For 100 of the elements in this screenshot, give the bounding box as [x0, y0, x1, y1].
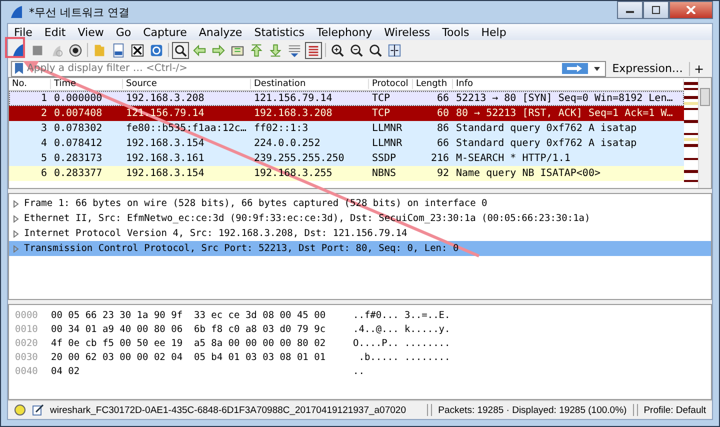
- packet-row[interactable]: 1 0.000000 192.168.3.208 121.156.79.14 TCP 66 52213 → 80 [SYN] Seq=0 Win=8192 Len…: [9, 91, 684, 106]
- detail-tree-item[interactable]: Internet Protocol Version 4, Src: 192.168.3.208, Dst: 121.156.79.14: [9, 226, 711, 241]
- table-cell-text: 192.168.3.154: [125, 168, 206, 179]
- fin-logo-icon: [9, 5, 23, 19]
- table-cell-text: 66: [436, 138, 450, 149]
- start-capture-icon[interactable]: [11, 42, 26, 58]
- column-header[interactable]: Destination: [251, 79, 369, 89]
- zoom-out-icon[interactable]: [349, 42, 364, 58]
- ascii-bytes: ..: [353, 366, 364, 376]
- profile-label[interactable]: Profile: Default: [644, 404, 706, 416]
- table-cell-text: 192.168.3.255: [253, 168, 334, 179]
- expression-button[interactable]: Expression…: [612, 62, 683, 75]
- table-cell-text: 80 → 52213 [RST, ACK] Seq=1 Ack=1 W…: [455, 108, 674, 119]
- table-cell-text: 0.078302: [53, 123, 104, 134]
- column-header[interactable]: Protocol: [369, 79, 413, 89]
- column-header[interactable]: No.: [9, 79, 51, 89]
- table-cell-text: 2: [40, 108, 48, 119]
- menu-item[interactable]: Edit: [38, 26, 72, 38]
- table-cell-text: 0.000000: [53, 93, 104, 104]
- options-gear-icon[interactable]: [68, 42, 83, 58]
- hex-bytes: 00 34 01 a9 40 00 80 06 6b f8 c0 a8 03 d0 79 9c: [51, 324, 327, 334]
- detail-tree-item[interactable]: Ethernet II, Src: EfmNetwo_ec:ce:3d (90:9f:33:ec:ce:3d), Dst: SecuiCom_23:30:1a (00:05:66:23:30:1a): [9, 211, 711, 226]
- column-header[interactable]: Source: [123, 79, 251, 89]
- table-cell-text: 239.255.255.250: [253, 153, 346, 164]
- detail-tree-item[interactable]: Frame 1: 66 bytes on wire (528 bits), 66 bytes captured (528 bits) on interface 0: [9, 196, 711, 211]
- table-cell-text: 1: [40, 93, 48, 104]
- zoom-in-icon[interactable]: [330, 42, 345, 58]
- add-filter-button[interactable]: +: [688, 62, 708, 76]
- ascii-bytes: .b..... ........: [358, 352, 450, 362]
- column-header[interactable]: Length: [413, 79, 453, 89]
- ascii-bytes: O....P.. ........: [353, 338, 450, 348]
- zoom-reset-icon[interactable]: [368, 42, 383, 58]
- autoscroll-icon[interactable]: [287, 42, 302, 58]
- packet-row[interactable]: 5 0.283173 192.168.3.161 239.255.255.250 SSDP 216 M-SEARCH * HTTP/1.1: [9, 151, 684, 166]
- column-header[interactable]: Time: [51, 79, 123, 89]
- first-packet-icon[interactable]: [249, 42, 264, 58]
- hex-bytes: 20 00 62 03 00 00 02 04 05 b4 01 03 03 08 01 01: [51, 352, 327, 362]
- table-cell-text: 192.168.3.208: [253, 108, 334, 119]
- scrollbar[interactable]: [698, 78, 711, 188]
- byte-offset: 0010: [14, 324, 39, 334]
- close-file-icon[interactable]: [130, 42, 145, 58]
- menu-item[interactable]: Capture: [137, 26, 193, 38]
- close-button[interactable]: [669, 1, 713, 19]
- packet-count: Packets: 19285 · Displayed: 19285 (100.0%): [438, 404, 627, 416]
- reload-icon[interactable]: [149, 42, 164, 58]
- byte-offset: 0040: [14, 366, 39, 376]
- table-cell-text: 66: [436, 93, 450, 104]
- menu-item[interactable]: Help: [475, 26, 512, 38]
- detail-text: Ethernet II, Src: EfmNetwo_ec:ce:3d (90:9f:33:ec:ce:3d), Dst: SecuiCom_23:30:1a (00:05:66:23:30:1a): [24, 213, 592, 224]
- resize-columns-icon[interactable]: [387, 42, 402, 58]
- menu-item[interactable]: File: [8, 26, 38, 38]
- packet-row[interactable]: 6 0.283377 192.168.3.154 192.168.3.255 NBNS 92 Name query NB ISATAP<00>: [9, 166, 684, 181]
- hex-bytes: 4f 0e cb f5 00 50 ee 19 a5 8a 00 00 00 00 80 02: [51, 338, 327, 348]
- table-cell-text: 5: [40, 153, 48, 164]
- hex-bytes: 04 02: [51, 366, 81, 376]
- menu-item[interactable]: View: [72, 26, 110, 38]
- table-cell-text: M-SEARCH * HTTP/1.1: [455, 153, 572, 164]
- menu-item[interactable]: Telephony: [310, 26, 378, 38]
- menu-item[interactable]: Wireless: [378, 26, 436, 38]
- close-icon: [686, 6, 696, 14]
- table-cell-text: 192.168.3.161: [125, 153, 206, 164]
- byte-offset: 0030: [14, 352, 39, 362]
- highlight-frame: [5, 37, 25, 58]
- byte-offset: 0000: [14, 310, 39, 320]
- table-cell-text: 60: [436, 108, 450, 119]
- packet-row[interactable]: 4 0.078412 192.168.3.154 224.0.0.252 LLMNR 66 Standard query 0xf762 A isatap: [9, 136, 684, 151]
- detail-tree-item[interactable]: Transmission Control Protocol, Src Port: 52213, Dst Port: 80, Seq: 0, Len: 0: [9, 241, 711, 256]
- search-icon[interactable]: [173, 42, 188, 58]
- menu-item[interactable]: Analyze: [192, 26, 248, 38]
- table-cell-text: SSDP: [371, 153, 398, 164]
- forward-arrow-icon[interactable]: [211, 42, 226, 58]
- maximize-icon: [651, 6, 661, 14]
- window-title: *무선 네트워크 연결: [29, 4, 130, 20]
- maximize-button[interactable]: [643, 1, 669, 19]
- menu-item[interactable]: Go: [110, 26, 138, 38]
- table-cell-text: 6: [40, 168, 48, 179]
- menu-item[interactable]: Tools: [436, 26, 476, 38]
- menu-item[interactable]: Statistics: [248, 26, 311, 38]
- table-cell-text: LLMNR: [371, 138, 404, 149]
- table-cell-text: 52213 → 80 [SYN] Seq=0 Win=8192 Len…: [455, 93, 674, 104]
- last-packet-icon[interactable]: [268, 42, 283, 58]
- table-cell-text: 86: [436, 123, 450, 134]
- table-cell-text: NBNS: [371, 168, 398, 179]
- table-cell-text: 0.078412: [53, 138, 104, 149]
- packet-row[interactable]: 3 0.078302 fe80::b535:f1aa:12c… ff02::1:3 LLMNR 86 Standard query 0xf762 A isatap: [9, 121, 684, 136]
- minimize-button[interactable]: [617, 1, 643, 19]
- colorize-icon[interactable]: [306, 42, 321, 58]
- detail-text: Transmission Control Protocol, Src Port: 52213, Dst Port: 80, Seq: 0, Len: 0: [24, 243, 460, 254]
- table-cell-text: Standard query 0xf762 A isatap: [455, 123, 638, 134]
- save-file-icon[interactable]: [111, 42, 126, 58]
- expert-info-icon[interactable]: [14, 404, 26, 416]
- table-cell-text: 4: [40, 138, 48, 149]
- table-cell-text: TCP: [371, 93, 392, 104]
- table-cell-text: 0.283377: [53, 168, 104, 179]
- table-cell-text: 0.007408: [53, 108, 104, 119]
- table-cell-text: 3: [40, 123, 48, 134]
- table-cell-text: 224.0.0.252: [253, 138, 322, 149]
- edit-comment-icon[interactable]: [32, 404, 44, 416]
- ascii-bytes: ..f#0... 3..=..E.: [353, 310, 450, 320]
- table-cell-text: 121.156.79.14: [253, 93, 334, 104]
